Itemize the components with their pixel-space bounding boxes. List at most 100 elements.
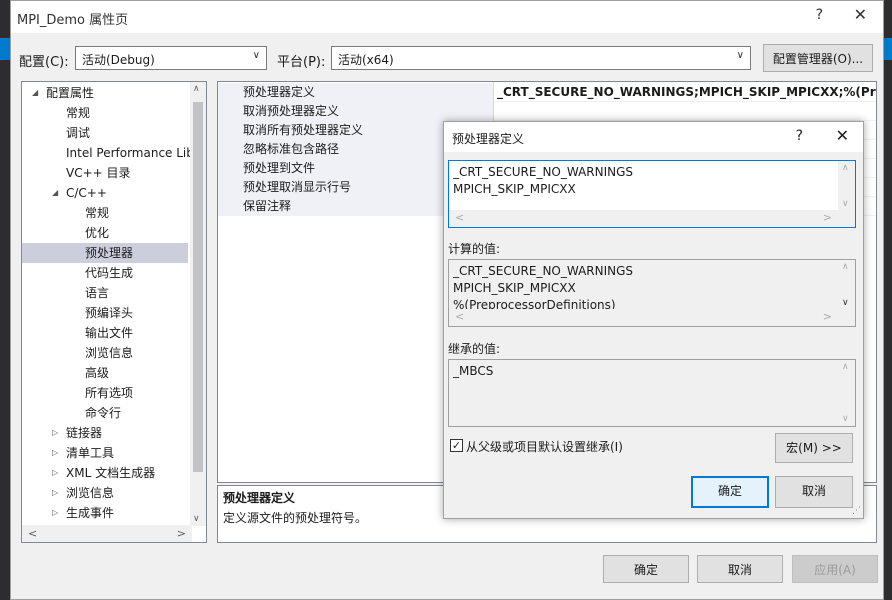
platform-dropdown-value: 活动(x64) <box>338 53 394 67</box>
ide-accent-strip <box>0 38 10 60</box>
tree-item[interactable]: ▷ 链接器 <box>22 423 188 443</box>
tree-item-label: Intel Performance Lib <box>66 146 194 160</box>
edit-horizontal-scrollbar[interactable]: < > <box>449 210 838 227</box>
scroll-right-icon[interactable]: > <box>823 310 832 323</box>
preprocessor-definitions-dialog: 预处理器定义 ? ✕ _CRT_SECURE_NO_WARNINGS MPICH_… <box>443 121 864 519</box>
scroll-down-icon[interactable]: ∨ <box>842 199 849 209</box>
scroll-down-icon[interactable]: ∨ <box>842 414 849 424</box>
inherited-values-box: _MBCS ∧ ∨ <box>448 359 856 427</box>
dialog-close-button[interactable]: ✕ <box>836 126 849 145</box>
computed-values-label: 计算的值: <box>448 242 501 256</box>
inherited-vertical-scrollbar[interactable]: ∧ ∨ <box>838 360 855 426</box>
tree-item[interactable]: 常规 <box>22 203 188 223</box>
scroll-up-icon[interactable]: ∧ <box>842 163 849 173</box>
scroll-up-icon[interactable]: ∧ <box>842 262 849 272</box>
close-button[interactable]: ✕ <box>854 5 867 24</box>
tree-item[interactable]: ◢ 配置属性 <box>22 83 188 103</box>
resize-grip-icon[interactable]: ⋰ <box>852 506 861 516</box>
cancel-button[interactable]: 取消 <box>697 555 783 583</box>
tree-item[interactable]: ▷ 清单工具 <box>22 443 188 463</box>
tree-item[interactable]: VC++ 目录 <box>22 163 188 183</box>
collapsed-caret-icon[interactable]: ▷ <box>52 423 62 443</box>
computed-values-box: _CRT_SECURE_NO_WARNINGS MPICH_SKIP_MPICXX… <box>448 259 856 327</box>
computed-vertical-scrollbar[interactable]: ∧ ∨ <box>838 260 855 326</box>
tree-item[interactable]: 预编译头 <box>22 303 188 323</box>
inherited-values-text: _MBCS <box>453 363 837 380</box>
property-row[interactable]: 取消预处理器定义 <box>218 102 876 121</box>
property-value[interactable]: _CRT_SECURE_NO_WARNINGS;MPICH_SKIP_MPICX… <box>495 83 876 102</box>
chevron-down-icon: ∨ <box>252 50 260 61</box>
dialog-title-bar[interactable]: 预处理器定义 ? ✕ <box>444 122 863 152</box>
inherit-checkbox[interactable]: ✓ <box>450 439 463 452</box>
collapsed-caret-icon[interactable]: ▷ <box>52 463 62 483</box>
tree-item[interactable]: ◢ C/C++ <box>22 183 188 203</box>
tree-item-label: 常规 <box>66 106 91 120</box>
check-icon: ✓ <box>451 439 462 452</box>
tree-item[interactable]: 所有选项 <box>22 383 188 403</box>
scroll-right-icon[interactable]: > <box>823 211 832 224</box>
computed-values-text: _CRT_SECURE_NO_WARNINGS MPICH_SKIP_MPICXX… <box>453 263 837 314</box>
dialog-cancel-button[interactable]: 取消 <box>775 476 853 508</box>
tree-item-label: 生成事件 <box>66 506 115 520</box>
collapsed-caret-icon[interactable]: ▷ <box>52 483 62 503</box>
tree-item[interactable]: 预处理器 <box>22 243 188 263</box>
edit-vertical-scrollbar[interactable]: ∧ ∨ <box>838 161 855 227</box>
tree-horizontal-scrollbar[interactable]: < > <box>22 525 192 542</box>
tree-vertical-scrollbar[interactable]: ∧ ∨ <box>190 82 206 526</box>
tree-item[interactable]: 浏览信息 <box>22 343 188 363</box>
collapsed-caret-icon[interactable]: ▷ <box>52 503 62 523</box>
tree-item[interactable]: ▷ 生成事件 <box>22 503 188 523</box>
inherit-checkbox-label[interactable]: 从父级或项目默认设置继承(I) <box>466 438 623 455</box>
platform-dropdown[interactable]: 活动(x64) ∨ <box>331 46 751 70</box>
tree-item[interactable]: 高级 <box>22 363 188 383</box>
config-dropdown[interactable]: 活动(Debug) ∨ <box>75 46 267 70</box>
scroll-down-icon[interactable]: ∨ <box>842 298 849 308</box>
property-name: 取消预处理器定义 <box>218 102 493 121</box>
tree-item[interactable]: 输出文件 <box>22 323 188 343</box>
tree-item[interactable]: 优化 <box>22 223 188 243</box>
property-row[interactable]: 预处理器定义 _CRT_SECURE_NO_WARNINGS;MPICH_SKIP… <box>218 83 876 102</box>
tree-item[interactable]: 调试 <box>22 123 188 143</box>
scroll-down-icon[interactable]: ∨ <box>193 514 200 524</box>
tree-item[interactable]: 常规 <box>22 103 188 123</box>
computed-horizontal-scrollbar[interactable]: < > <box>449 309 838 326</box>
scroll-up-icon[interactable]: ∧ <box>193 84 200 94</box>
tree-item-label: 输出文件 <box>85 326 134 340</box>
tree-item-label: 语言 <box>85 286 110 300</box>
scroll-left-icon[interactable]: < <box>28 527 37 540</box>
tree-item[interactable]: 语言 <box>22 283 188 303</box>
title-bar[interactable]: MPI_Demo 属性页 ? ✕ <box>11 1 883 33</box>
scroll-left-icon[interactable]: < <box>455 211 464 224</box>
dialog-help-button[interactable]: ? <box>796 128 803 144</box>
tree-item[interactable]: ▷ XML 文档生成器 <box>22 463 188 483</box>
dialog-title: 预处理器定义 <box>452 132 525 146</box>
chevron-down-icon: ∨ <box>736 50 744 61</box>
definitions-edit-box[interactable]: _CRT_SECURE_NO_WARNINGS MPICH_SKIP_MPICXX… <box>448 160 856 228</box>
text-line: _CRT_SECURE_NO_WARNINGS <box>453 165 634 179</box>
text-line: _CRT_SECURE_NO_WARNINGS <box>453 264 634 278</box>
scrollbar-thumb[interactable] <box>193 102 203 472</box>
tree-item-label: 常规 <box>85 206 110 220</box>
expanded-caret-icon[interactable]: ◢ <box>52 183 62 203</box>
tree-item[interactable]: 代码生成 <box>22 263 188 283</box>
ok-button[interactable]: 确定 <box>603 555 689 583</box>
text-line: MPICH_SKIP_MPICXX <box>453 182 576 196</box>
collapsed-caret-icon[interactable]: ▷ <box>52 443 62 463</box>
inherited-values-label: 继承的值: <box>448 342 501 356</box>
tree-item[interactable]: Intel Performance Lib <box>22 143 194 163</box>
property-value[interactable] <box>495 102 876 121</box>
scroll-up-icon[interactable]: ∧ <box>842 362 849 372</box>
tree-item-label: 所有选项 <box>85 386 134 400</box>
tree-item[interactable]: ▷ 浏览信息 <box>22 483 188 503</box>
config-manager-button[interactable]: 配置管理器(O)... <box>763 44 873 72</box>
help-button[interactable]: ? <box>816 7 823 23</box>
definitions-edit-text[interactable]: _CRT_SECURE_NO_WARNINGS MPICH_SKIP_MPICXX <box>453 164 837 198</box>
scroll-left-icon[interactable]: < <box>455 310 464 323</box>
expanded-caret-icon[interactable]: ◢ <box>32 83 42 103</box>
tree-item[interactable]: 命令行 <box>22 403 188 423</box>
macros-button[interactable]: 宏(M) >> <box>775 433 853 463</box>
apply-button[interactable]: 应用(A) <box>792 555 878 583</box>
scroll-right-icon[interactable]: > <box>177 527 186 540</box>
dialog-ok-button[interactable]: 确定 <box>691 476 769 508</box>
text-line: MPICH_SKIP_MPICXX <box>453 281 576 295</box>
